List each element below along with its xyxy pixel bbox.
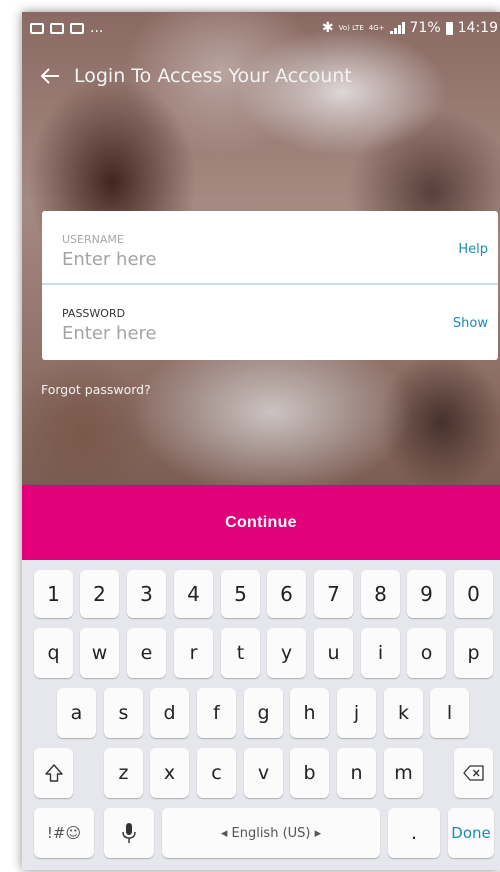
mail-icon [70, 22, 84, 34]
key-v[interactable]: v [244, 748, 283, 798]
key-h[interactable]: h [290, 688, 329, 738]
shift-icon [44, 764, 63, 782]
key-3[interactable]: 3 [127, 570, 166, 618]
key-i[interactable]: i [361, 628, 400, 678]
forgot-password-link[interactable]: Forgot password? [41, 382, 151, 397]
key-m[interactable]: m [384, 748, 423, 798]
key-9[interactable]: 9 [407, 570, 446, 618]
key-t[interactable]: t [221, 628, 260, 678]
show-password-link[interactable]: Show [453, 316, 488, 331]
key-8[interactable]: 8 [361, 570, 400, 618]
symbols-key[interactable]: !#☺ [34, 808, 94, 858]
key-2[interactable]: 2 [80, 570, 119, 618]
key-k[interactable]: k [384, 688, 423, 738]
key-5[interactable]: 5 [221, 570, 260, 618]
key-j[interactable]: j [337, 688, 376, 738]
username-label: USERNAME [62, 233, 124, 246]
key-7[interactable]: 7 [314, 570, 353, 618]
clock: 14:19 [457, 20, 498, 36]
key-1[interactable]: 1 [34, 570, 73, 618]
password-input[interactable] [62, 323, 402, 344]
microphone-icon [122, 823, 136, 843]
key-d[interactable]: d [150, 688, 189, 738]
key-e[interactable]: e [127, 628, 166, 678]
key-x[interactable]: x [150, 748, 189, 798]
help-link[interactable]: Help [458, 242, 488, 257]
bluetooth-icon: ✱ [321, 20, 334, 36]
key-0[interactable]: 0 [454, 570, 493, 618]
key-r[interactable]: r [174, 628, 213, 678]
page-title: Login To Access Your Account [74, 65, 352, 87]
period-key[interactable]: . [388, 808, 440, 858]
status-right: ✱ Vo) LTE 4G+ 71% 14:19 [322, 20, 498, 36]
key-s[interactable]: s [104, 688, 143, 738]
status-left: ... [30, 20, 103, 36]
key-n[interactable]: n [337, 748, 376, 798]
key-g[interactable]: g [244, 688, 283, 738]
signal-icon [389, 22, 405, 34]
login-card: USERNAME Help PASSWORD Show [42, 211, 498, 360]
password-field: PASSWORD Show [42, 286, 498, 360]
key-w[interactable]: w [80, 628, 119, 678]
message-icon [50, 22, 64, 34]
key-z[interactable]: z [104, 748, 143, 798]
username-input[interactable] [62, 249, 402, 270]
backspace-key[interactable] [454, 748, 493, 798]
key-a[interactable]: a [57, 688, 96, 738]
password-label: PASSWORD [62, 307, 126, 320]
continue-button[interactable]: Continue [22, 485, 500, 560]
key-o[interactable]: o [407, 628, 446, 678]
key-c[interactable]: c [197, 748, 236, 798]
keyboard: 1 2 3 4 5 6 7 8 9 0 q w e r t y u i o p … [22, 560, 500, 870]
gallery-icon [30, 22, 44, 34]
key-u[interactable]: u [314, 628, 353, 678]
battery-percent: 71% [409, 20, 441, 36]
voice-input-key[interactable] [104, 808, 154, 858]
key-6[interactable]: 6 [267, 570, 306, 618]
done-key[interactable]: Done [448, 808, 494, 858]
app-bar: Login To Access Your Account [22, 56, 500, 96]
overflow-indicator: ... [90, 20, 104, 36]
key-b[interactable]: b [290, 748, 329, 798]
arrow-left-icon[interactable] [36, 62, 64, 90]
shift-key[interactable] [34, 748, 73, 798]
key-y[interactable]: y [267, 628, 306, 678]
phone-screen: ... ✱ Vo) LTE 4G+ 71% 14:19 Login To Acc… [22, 12, 500, 870]
status-bar: ... ✱ Vo) LTE 4G+ 71% 14:19 [22, 12, 500, 44]
volte-indicator: Vo) LTE [338, 24, 364, 32]
username-field: USERNAME Help [42, 211, 498, 285]
battery-icon [445, 21, 453, 35]
key-f[interactable]: f [197, 688, 236, 738]
space-key[interactable]: ◂ English (US) ▸ [162, 808, 380, 858]
network-type-indicator: 4G+ [368, 24, 385, 32]
backspace-icon [462, 765, 484, 781]
key-p[interactable]: p [454, 628, 493, 678]
key-q[interactable]: q [34, 628, 73, 678]
key-4[interactable]: 4 [174, 570, 213, 618]
key-l[interactable]: l [430, 688, 469, 738]
